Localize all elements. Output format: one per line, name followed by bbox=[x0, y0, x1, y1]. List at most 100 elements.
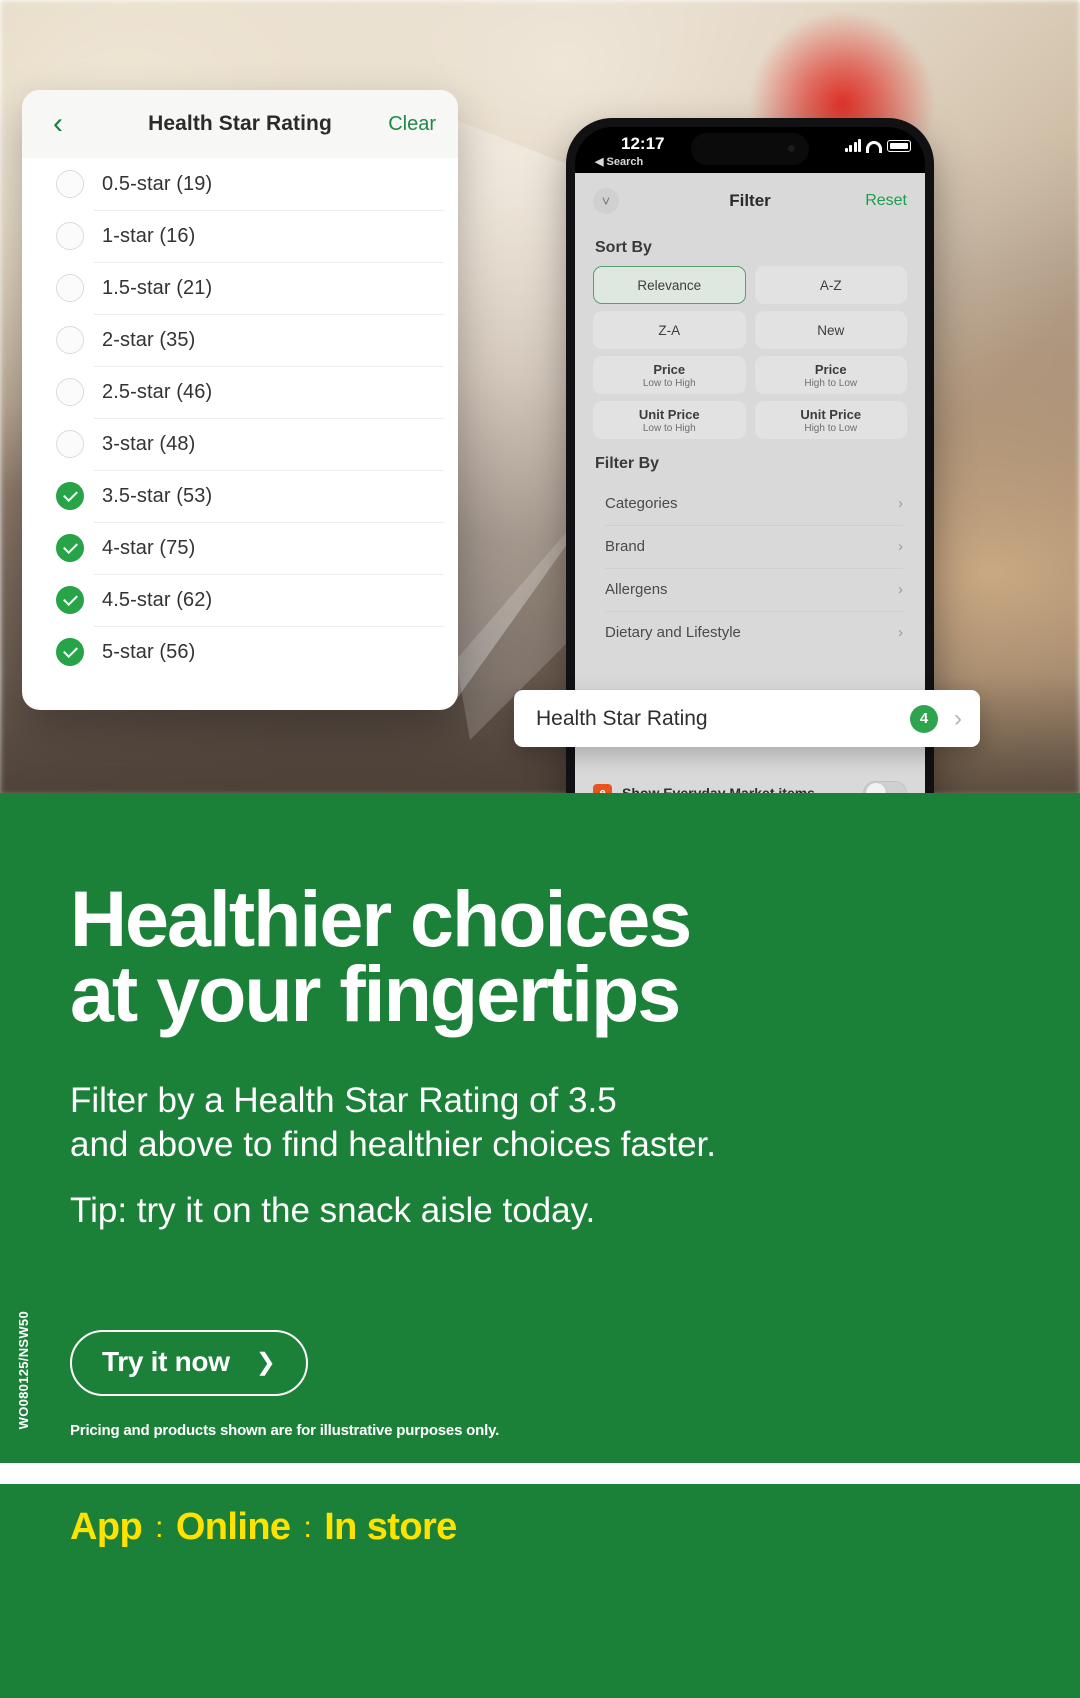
chevron-right-icon: › bbox=[898, 495, 903, 512]
checkbox-checked-icon[interactable] bbox=[56, 534, 84, 562]
hsr-option-5-star[interactable]: 5-star (56) bbox=[22, 626, 458, 678]
sort-by-label: Sort By bbox=[595, 239, 652, 256]
sort-option-relevance[interactable]: Relevance bbox=[593, 266, 746, 304]
filter-by-label: Filter By bbox=[595, 455, 660, 472]
channel-separator: : bbox=[303, 1510, 312, 1544]
hsr-options-list: 0.5-star (19) 1-star (16) 1.5-star (21) … bbox=[22, 158, 458, 678]
sort-option-new[interactable]: New bbox=[754, 311, 907, 349]
sort-option-unit-price-low-high[interactable]: Unit Price Low to High bbox=[593, 401, 746, 439]
filter-row-label: Allergens bbox=[605, 581, 668, 598]
footer-bar: App : Online : In store bbox=[0, 1484, 1080, 1698]
status-back-to-search[interactable]: ◀ Search bbox=[595, 155, 643, 168]
phone-status-bar: 12:17 ◀ Search bbox=[575, 127, 925, 173]
promo-body: Filter by a Health Star Rating of 3.5 an… bbox=[70, 1079, 1010, 1232]
filter-row-dietary-and-lifestyle[interactable]: Dietary and Lifestyle › bbox=[593, 611, 907, 654]
chevron-right-icon: › bbox=[954, 704, 962, 732]
cta-label: Try it now bbox=[102, 1346, 230, 1378]
checkbox-icon[interactable] bbox=[56, 430, 84, 458]
sort-options-grid: Relevance A-Z Z-A New Price Low to High … bbox=[593, 266, 907, 439]
selected-count-badge: 4 bbox=[910, 704, 938, 733]
sort-option-title: Price bbox=[814, 361, 847, 377]
health-star-rating-callout-row[interactable]: Health Star Rating 4 › bbox=[514, 690, 980, 747]
promo-headline-line-1: Healthier choices bbox=[70, 874, 692, 963]
hsr-option-label: 4-star (75) bbox=[102, 536, 196, 559]
hsr-option-label: 5-star (56) bbox=[102, 640, 196, 663]
wifi-icon bbox=[866, 141, 882, 153]
sort-option-title: Z-A bbox=[658, 322, 681, 338]
try-it-now-button[interactable]: Try it now ❯ bbox=[70, 1330, 308, 1397]
filter-by-list: Categories › Brand › Allergens › Dietary… bbox=[593, 482, 907, 654]
filter-header: ˅ Filter Reset bbox=[593, 173, 907, 229]
hsr-option-1-star[interactable]: 1-star (16) bbox=[22, 210, 458, 262]
sort-option-sub: High to Low bbox=[804, 377, 858, 389]
sort-option-sub: Low to High bbox=[642, 422, 696, 434]
hsr-option-3-star[interactable]: 3-star (48) bbox=[22, 418, 458, 470]
sort-option-title: Unit Price bbox=[800, 406, 862, 422]
hsr-option-4-5-star[interactable]: 4.5-star (62) bbox=[22, 574, 458, 626]
filter-row-categories[interactable]: Categories › bbox=[593, 482, 907, 525]
sort-option-sub: High to Low bbox=[804, 422, 858, 434]
dynamic-island bbox=[691, 133, 809, 165]
checkbox-icon[interactable] bbox=[56, 222, 84, 250]
promo-headline: Healthier choices at your fingertips bbox=[70, 874, 1010, 1039]
hsr-option-2-star[interactable]: 2-star (35) bbox=[22, 314, 458, 366]
checkbox-icon[interactable] bbox=[56, 326, 84, 354]
checkbox-checked-icon[interactable] bbox=[56, 586, 84, 614]
channels-row: App : Online : In store bbox=[70, 1506, 457, 1549]
channel-online: Online bbox=[175, 1506, 291, 1548]
chevron-right-icon: › bbox=[898, 624, 903, 641]
callout-label: Health Star Rating bbox=[536, 706, 708, 730]
hsr-option-2-5-star[interactable]: 2.5-star (46) bbox=[22, 366, 458, 418]
sort-option-z-a[interactable]: Z-A bbox=[593, 311, 746, 349]
sort-option-title: A-Z bbox=[819, 277, 842, 293]
promo-headline-line-2: at your fingertips bbox=[70, 949, 681, 1039]
hsr-option-1-5-star[interactable]: 1.5-star (21) bbox=[22, 262, 458, 314]
checkbox-checked-icon[interactable] bbox=[56, 482, 84, 510]
sort-option-sub: Low to High bbox=[642, 377, 696, 389]
hsr-option-label: 4.5-star (62) bbox=[102, 588, 213, 611]
filter-row-allergens[interactable]: Allergens › bbox=[593, 568, 907, 611]
channel-in-store: In store bbox=[324, 1506, 457, 1548]
checkbox-icon[interactable] bbox=[56, 274, 84, 302]
campaign-code: WO080125/NSW50 bbox=[16, 1310, 31, 1429]
promo-panel: Healthier choices at your fingertips Fil… bbox=[0, 793, 1080, 1463]
filter-row-label: Brand bbox=[605, 538, 646, 555]
hsr-panel-header: ‹ Health Star Rating Clear bbox=[22, 90, 458, 158]
sort-option-a-z[interactable]: A-Z bbox=[754, 266, 907, 304]
sort-option-title: New bbox=[817, 322, 845, 338]
sort-option-unit-price-high-low[interactable]: Unit Price High to Low bbox=[754, 401, 907, 439]
hsr-option-4-star[interactable]: 4-star (75) bbox=[22, 522, 458, 574]
hsr-option-0-5-star[interactable]: 0.5-star (19) bbox=[22, 158, 458, 210]
filter-row-label: Categories bbox=[605, 495, 678, 512]
sort-option-price-high-low[interactable]: Price High to Low bbox=[754, 356, 907, 394]
hsr-option-label: 3.5-star (53) bbox=[102, 484, 213, 507]
channel-separator: : bbox=[155, 1510, 163, 1544]
status-time: 12:17 bbox=[621, 134, 665, 153]
promo-disclaimer: Pricing and products shown are for illus… bbox=[70, 1422, 500, 1440]
promo-body-line-2: and above to find healthier choices fast… bbox=[70, 1124, 716, 1164]
sort-option-title: Unit Price bbox=[638, 406, 700, 422]
promo-tip-line: Tip: try it on the snack aisle today. bbox=[70, 1190, 596, 1230]
checkbox-checked-icon[interactable] bbox=[56, 638, 84, 666]
hsr-option-label: 2-star (35) bbox=[102, 328, 196, 351]
sort-option-price-low-high[interactable]: Price Low to High bbox=[593, 356, 746, 394]
hsr-option-3-5-star[interactable]: 3.5-star (53) bbox=[22, 470, 458, 522]
hsr-option-label: 2.5-star (46) bbox=[102, 380, 213, 403]
promo-body-line-1: Filter by a Health Star Rating of 3.5 bbox=[70, 1081, 617, 1121]
checkbox-icon[interactable] bbox=[56, 378, 84, 406]
filter-row-brand[interactable]: Brand › bbox=[593, 525, 907, 568]
checkbox-icon[interactable] bbox=[56, 170, 84, 198]
reset-button[interactable]: Reset bbox=[865, 192, 907, 210]
status-indicators bbox=[844, 139, 911, 153]
chevron-right-icon: › bbox=[898, 538, 903, 555]
hsr-option-label: 0.5-star (19) bbox=[102, 172, 213, 195]
hsr-option-label: 1.5-star (21) bbox=[102, 276, 213, 299]
filter-title: Filter bbox=[729, 191, 771, 210]
cellular-signal-icon bbox=[844, 139, 861, 152]
channel-app: App bbox=[70, 1506, 143, 1548]
chevron-left-icon[interactable]: ‹ bbox=[44, 109, 72, 139]
filter-row-label: Dietary and Lifestyle bbox=[605, 624, 741, 641]
clear-button[interactable]: Clear bbox=[388, 113, 436, 136]
sort-option-title: Price bbox=[653, 361, 686, 377]
white-divider bbox=[0, 1463, 1080, 1484]
